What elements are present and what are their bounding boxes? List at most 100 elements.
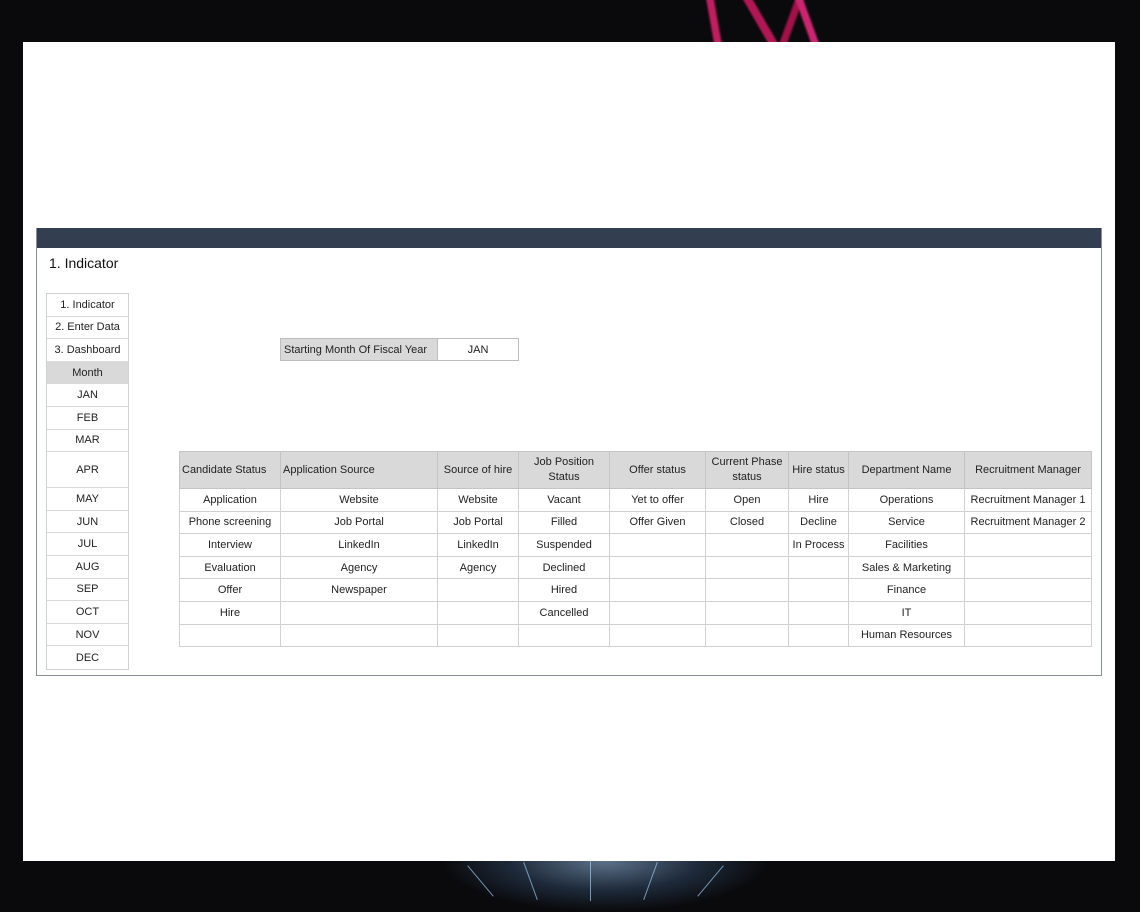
table-row: Evaluation Agency Agency Declined Sales & Ma… — [179, 555, 1092, 580]
table-row: Interview LinkedIn LinkedIn Suspended In Pro… — [179, 533, 1092, 557]
document-page: 1. Indicator 1. Indicator 2. Enter Data … — [23, 42, 1115, 861]
table-cell[interactable] — [437, 600, 519, 625]
table-row: Phone screening Job Portal Job Portal Fille… — [179, 510, 1092, 535]
table-cell[interactable] — [609, 623, 706, 648]
month-cell[interactable]: MAY — [47, 488, 128, 511]
table-cell[interactable] — [705, 578, 789, 602]
table-cell[interactable]: Application — [179, 488, 281, 512]
month-cell[interactable]: APR — [47, 452, 128, 489]
table-cell[interactable]: Decline — [788, 510, 849, 535]
table-cell[interactable]: Vacant — [518, 488, 610, 512]
table-cell[interactable] — [705, 600, 789, 625]
table-cell[interactable]: Hired — [518, 578, 610, 602]
month-cell[interactable]: AUG — [47, 555, 128, 579]
table-cell[interactable]: Recruitment Manager 2 — [964, 510, 1092, 535]
table-cell[interactable]: Operations — [848, 488, 965, 512]
table-cell[interactable] — [788, 623, 849, 648]
table-cell[interactable]: Job Portal — [437, 510, 519, 535]
column-header: Department Name — [848, 451, 965, 489]
table-cell[interactable] — [964, 623, 1092, 648]
table-cell[interactable]: Evaluation — [179, 555, 281, 580]
table-row: Hire Cancelled IT — [179, 600, 1092, 625]
table-cell[interactable] — [609, 578, 706, 602]
table-row: Application Website Website Vacant Yet to of… — [179, 488, 1092, 512]
table-cell[interactable]: Phone screening — [179, 510, 281, 535]
table-cell[interactable]: Declined — [518, 555, 610, 580]
table-cell[interactable] — [788, 578, 849, 602]
table-cell[interactable]: Closed — [705, 510, 789, 535]
table-cell[interactable] — [964, 533, 1092, 557]
table-cell[interactable]: Job Portal — [280, 510, 438, 535]
fiscal-year-label: Starting Month Of Fiscal Year — [281, 339, 438, 360]
sheet-header-bar — [37, 228, 1101, 248]
table-cell[interactable]: Yet to offer — [609, 488, 706, 512]
table-cell[interactable] — [437, 623, 519, 648]
table-cell[interactable]: Offer — [179, 578, 281, 602]
table-body: Application Website Website Vacant Yet to of… — [179, 488, 1092, 648]
nav-item-enter-data[interactable]: 2. Enter Data — [47, 316, 128, 340]
fiscal-year-value[interactable]: JAN — [438, 339, 518, 360]
table-cell[interactable]: Offer Given — [609, 510, 706, 535]
background-fireworks-bottom — [440, 861, 770, 912]
table-cell[interactable]: Hire — [788, 488, 849, 512]
table-cell[interactable] — [609, 600, 706, 625]
table-cell[interactable]: Recruitment Manager 1 — [964, 488, 1092, 512]
column-header: Recruitment Manager — [964, 451, 1092, 489]
table-cell[interactable]: Hire — [179, 600, 281, 625]
table-cell[interactable] — [705, 623, 789, 648]
month-cell[interactable]: OCT — [47, 601, 128, 624]
table-cell[interactable]: Human Resources — [848, 623, 965, 648]
month-cell[interactable]: SEP — [47, 578, 128, 602]
table-cell[interactable]: Open — [705, 488, 789, 512]
table-cell[interactable]: Interview — [179, 533, 281, 557]
indicator-table: Candidate Status Application Source Source… — [179, 451, 1092, 648]
table-cell[interactable] — [964, 578, 1092, 602]
table-cell[interactable]: Filled — [518, 510, 610, 535]
table-cell[interactable]: IT — [848, 600, 965, 625]
month-cell[interactable]: JAN — [47, 384, 128, 407]
month-cell[interactable]: JUN — [47, 510, 128, 534]
table-cell[interactable] — [609, 533, 706, 557]
fiscal-year-start: Starting Month Of Fiscal Year JAN — [280, 338, 519, 361]
table-cell[interactable]: Facilities — [848, 533, 965, 557]
column-header: Application Source — [280, 451, 438, 489]
month-cell[interactable]: MAR — [47, 429, 128, 453]
month-cell[interactable]: FEB — [47, 406, 128, 430]
nav-item-dashboard[interactable]: 3. Dashboard — [47, 339, 128, 362]
table-cell[interactable] — [788, 600, 849, 625]
table-cell[interactable] — [705, 555, 789, 580]
table-cell[interactable] — [280, 623, 438, 648]
table-cell[interactable] — [437, 578, 519, 602]
table-cell[interactable]: Website — [280, 488, 438, 512]
table-cell[interactable] — [788, 555, 849, 580]
month-cell[interactable]: JUL — [47, 533, 128, 556]
table-cell[interactable]: Agency — [280, 555, 438, 580]
month-header: Month — [47, 361, 128, 385]
table-cell[interactable] — [705, 533, 789, 557]
table-cell[interactable] — [518, 623, 610, 648]
table-cell[interactable]: Finance — [848, 578, 965, 602]
table-row: Offer Newspaper Hired Finance — [179, 578, 1092, 602]
month-cell[interactable]: NOV — [47, 623, 128, 647]
table-cell[interactable]: Sales & Marketing — [848, 555, 965, 580]
table-cell[interactable]: Website — [437, 488, 519, 512]
table-cell[interactable]: Cancelled — [518, 600, 610, 625]
table-cell[interactable] — [179, 623, 281, 648]
table-cell[interactable]: Newspaper — [280, 578, 438, 602]
month-cell[interactable]: DEC — [47, 646, 128, 669]
indicator-sheet: 1. Indicator 1. Indicator 2. Enter Data … — [36, 228, 1102, 676]
table-cell[interactable]: Agency — [437, 555, 519, 580]
column-header: Candidate Status — [179, 451, 281, 489]
navigation-column: 1. Indicator 2. Enter Data 3. Dashboard … — [46, 293, 129, 670]
table-cell[interactable]: Service — [848, 510, 965, 535]
table-cell[interactable] — [280, 600, 438, 625]
column-header: Job Position Status — [518, 451, 610, 489]
table-cell[interactable]: In Process — [788, 533, 849, 557]
table-cell[interactable]: LinkedIn — [437, 533, 519, 557]
table-cell[interactable]: LinkedIn — [280, 533, 438, 557]
table-cell[interactable] — [964, 555, 1092, 580]
table-cell[interactable]: Suspended — [518, 533, 610, 557]
nav-item-indicator[interactable]: 1. Indicator — [47, 294, 128, 317]
table-cell[interactable] — [964, 600, 1092, 625]
table-cell[interactable] — [609, 555, 706, 580]
